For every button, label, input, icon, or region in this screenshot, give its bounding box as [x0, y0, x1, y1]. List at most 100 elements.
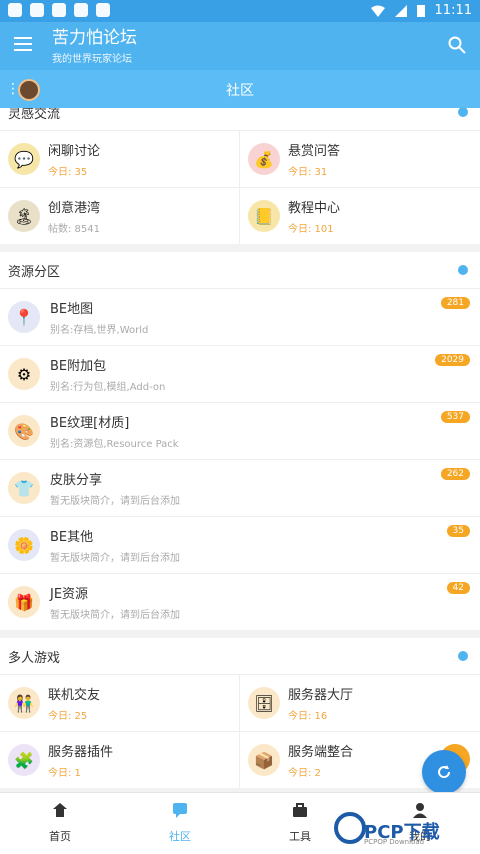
board-item-be-addon[interactable]: ⚙ BE附加包 别名:行为包,模组,Add-on 2029: [0, 345, 480, 402]
board-stat: 今日: 35: [48, 167, 88, 178]
app-title: 苦力怕论坛: [52, 28, 137, 48]
board-desc: 暂无版块简介，请到后台添加: [50, 553, 180, 564]
texture-icon: 🎨: [8, 415, 40, 447]
nav-home[interactable]: 首页: [20, 801, 100, 844]
board-name: 服务器大厅: [288, 688, 354, 703]
board-grid: 👫 联机交友 今日: 25 🗄 服务器大厅 今日: 16 🧩 服务器插件 今日:…: [0, 674, 480, 788]
board-stat: 今日: 101: [288, 224, 334, 235]
nav-label: 首页: [49, 830, 71, 843]
board-stat: 今日: 1: [48, 768, 81, 779]
download-icon: [52, 3, 66, 17]
toggle-dot[interactable]: [458, 265, 468, 275]
gear-icon: ⚙: [8, 358, 40, 390]
toggle-dot[interactable]: [458, 108, 468, 117]
page-title: 社区: [226, 83, 254, 99]
board-stat: 今日: 31: [288, 167, 328, 178]
board-item-be-map[interactable]: 📍 BE地图 别名:存档,世界,World 281: [0, 288, 480, 345]
board-item-be-texture[interactable]: 🎨 BE纹理[材质] 别名:资源包,Resource Pack 537: [0, 402, 480, 459]
status-icons-right: 11:11: [370, 3, 472, 18]
section-multiplayer: 多人游戏 👫 联机交友 今日: 25 🗄 服务器大厅 今日: 16 🧩 服务器插…: [0, 638, 480, 788]
nav-label: 工具: [289, 830, 311, 843]
package-icon: 📦: [248, 744, 280, 776]
board-item-server-plugin[interactable]: 🧩 服务器插件 今日: 1: [0, 731, 240, 788]
search-icon[interactable]: [448, 36, 466, 54]
board-item-chat[interactable]: 💬 闲聊讨论 今日: 35: [0, 130, 240, 187]
board-name: 创意港湾: [48, 201, 101, 216]
board-name: 皮肤分享: [50, 473, 103, 488]
board-item-creative[interactable]: 🏝 创意港湾 帖数: 8541: [0, 187, 240, 244]
notification-icon: [8, 3, 22, 17]
count-badge: 262: [440, 468, 470, 480]
board-name: 联机交友: [48, 688, 101, 703]
count-badge: 537: [440, 411, 470, 423]
app-bar: 苦力怕论坛 我的世界玩家论坛: [0, 22, 480, 70]
refresh-icon: [438, 765, 451, 779]
board-name: 服务器插件: [48, 745, 114, 760]
board-item-be-other[interactable]: 🌼 BE其他 暂无版块简介，请到后台添加 35: [0, 516, 480, 573]
count-badge: 42: [446, 582, 470, 594]
board-name: 教程中心: [288, 201, 341, 216]
nav-tools[interactable]: 工具: [260, 801, 340, 844]
menu-icon[interactable]: [14, 37, 32, 51]
board-item-bounty[interactable]: 💰 悬赏问答 今日: 31: [240, 130, 480, 187]
community-icon: [173, 803, 187, 818]
count-badge: 281: [440, 297, 470, 309]
map-pin-icon: 📍: [8, 301, 40, 333]
count-badge: 2029: [435, 354, 470, 366]
board-desc: 暂无版块简介，请到后台添加: [50, 496, 180, 507]
section-header[interactable]: 灵感交流: [0, 108, 480, 130]
status-icons-left: [8, 3, 110, 17]
board-stat: 今日: 16: [288, 711, 328, 722]
toolbox-icon: [293, 803, 307, 817]
flower-icon: 🌼: [8, 529, 40, 561]
nav-label: 社区: [169, 830, 191, 843]
board-item-skins[interactable]: 👕 皮肤分享 暂无版块简介，请到后台添加 262: [0, 459, 480, 516]
wifi-icon: [370, 5, 385, 17]
board-name: BE其他: [50, 530, 94, 545]
board-name: JE资源: [50, 587, 89, 602]
toggle-dot[interactable]: [458, 651, 468, 661]
plugin-icon: 🧩: [8, 744, 40, 776]
battery-icon: [416, 5, 425, 17]
board-stat: 今日: 2: [288, 768, 321, 779]
gift-icon: 🎁: [8, 586, 40, 618]
friends-icon: 👫: [8, 687, 40, 719]
board-item-server-hall[interactable]: 🗄 服务器大厅 今日: 16: [240, 674, 480, 731]
count-badge: 35: [446, 525, 470, 537]
section-title: 多人游戏: [8, 650, 61, 666]
watermark-subtext: PCPOP Download: [364, 838, 425, 846]
chat-bubble-icon: 💬: [8, 143, 40, 175]
section-title: 资源分区: [8, 264, 61, 280]
board-name: 悬赏问答: [288, 144, 341, 159]
app-subtitle: 我的世界玩家论坛: [52, 54, 132, 65]
board-name: BE地图: [50, 302, 94, 317]
board-desc: 别名:存档,世界,World: [50, 325, 149, 336]
signal-icon: [394, 4, 407, 17]
board-name: 闲聊讨论: [48, 144, 101, 159]
section-inspiration: 灵感交流 💬 闲聊讨论 今日: 35 💰 悬赏问答 今日: 31 🏝 创意港湾 …: [0, 108, 480, 244]
home-icon: [53, 803, 67, 817]
board-stat: 帖数: 8541: [48, 224, 100, 235]
forum-content[interactable]: 灵感交流 💬 闲聊讨论 今日: 35 💰 悬赏问答 今日: 31 🏝 创意港湾 …: [0, 108, 480, 792]
board-item-tutorial[interactable]: 📒 教程中心 今日: 101: [240, 187, 480, 244]
section-header[interactable]: 资源分区: [0, 252, 480, 288]
board-name: BE附加包: [50, 359, 107, 374]
refresh-button[interactable]: [422, 750, 466, 794]
island-icon: 🏝: [8, 200, 40, 232]
section-header[interactable]: 多人游戏: [0, 638, 480, 674]
notebook-icon: 📒: [248, 200, 280, 232]
notification-icon: [30, 3, 44, 17]
board-name: 服务端整合: [288, 745, 354, 760]
board-item-friends[interactable]: 👫 联机交友 今日: 25: [0, 674, 240, 731]
board-item-je-resources[interactable]: 🎁 JE资源 暂无版块简介，请到后台添加 42: [0, 573, 480, 630]
board-name: BE纹理[材质]: [50, 416, 130, 431]
status-time: 11:11: [434, 3, 472, 18]
nav-community[interactable]: 社区: [140, 801, 220, 844]
download-icon: [74, 3, 88, 17]
shirt-icon: 👕: [8, 472, 40, 504]
section-title: 灵感交流: [8, 108, 61, 122]
coins-icon: 💰: [248, 143, 280, 175]
section-resources: 资源分区 📍 BE地图 别名:存档,世界,World 281 ⚙ BE附加包 别…: [0, 252, 480, 630]
community-bar: ⋮ 社区: [0, 70, 480, 108]
server-icon: 🗄: [248, 687, 280, 719]
